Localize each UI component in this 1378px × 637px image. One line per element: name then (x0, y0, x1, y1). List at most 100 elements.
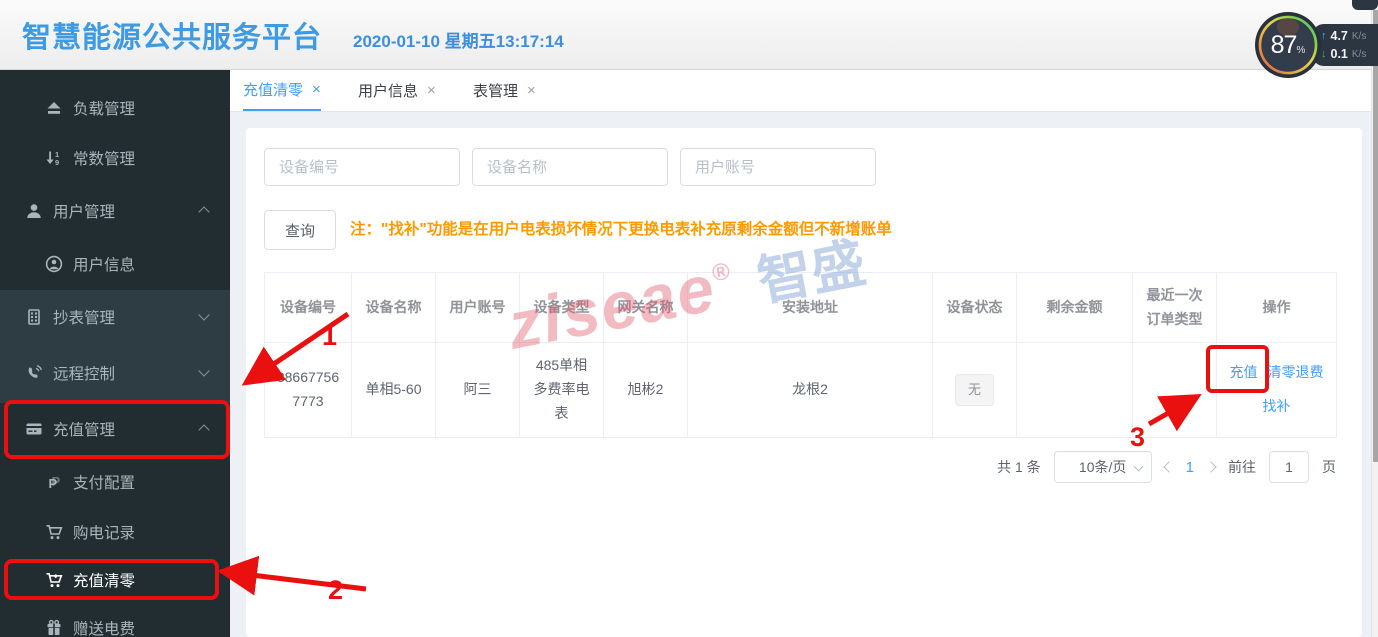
sidebar-item-payment-config[interactable]: PP 支付配置 (0, 457, 230, 507)
page-size-value: 10条/页 (1079, 459, 1126, 475)
chevron-up-icon (198, 424, 209, 435)
device-name-input[interactable] (472, 148, 668, 186)
upload-unit: K/s (1352, 31, 1366, 42)
sidebar-item-meter-reading[interactable]: 抄表管理 (0, 292, 230, 342)
current-page[interactable]: 1 (1186, 459, 1194, 476)
user-account-input[interactable] (680, 148, 876, 186)
sidebar-item-label: 远程控制 (53, 362, 115, 384)
cell-device-type: 485单相多费率电表 (520, 343, 604, 438)
cell-install-address: 龙根2 (688, 343, 933, 438)
table-row: 886677567773 单相5-60 阿三 485单相多费率电表 旭彬2 龙根… (265, 343, 1337, 438)
col-device-number: 设备编号 (265, 273, 352, 343)
reset-refund-link[interactable]: 清零退费 (1268, 361, 1324, 385)
sidebar-item-label: 购电记录 (73, 521, 135, 543)
sidebar-item-user-management[interactable]: 用户管理 (0, 186, 230, 236)
cell-user-account: 阿三 (436, 343, 520, 438)
user-circle-icon (45, 255, 63, 273)
tab-user-info[interactable]: 用户信息 × (358, 70, 436, 111)
sidebar-item-label: 抄表管理 (53, 306, 115, 328)
col-device-status: 设备状态 (933, 273, 1017, 343)
compensate-note: 注："找补"功能是在用户电表损坏情况下更换电表补充原剩余金额但不新增账单 (350, 210, 892, 250)
sidebar-item-label: 充值清零 (73, 569, 135, 591)
svg-text:P: P (49, 476, 58, 491)
col-install-address: 安装地址 (688, 273, 933, 343)
chevron-down-icon (198, 309, 209, 320)
close-icon[interactable]: × (427, 82, 436, 99)
chevron-down-icon (198, 365, 209, 376)
vertical-scrollbar[interactable] (1371, 0, 1378, 637)
tab-label: 表管理 (473, 80, 518, 101)
col-gateway-name: 网关名称 (604, 273, 688, 343)
download-unit: K/s (1352, 49, 1366, 60)
sidebar-nav: 负载管理 19 常数管理 用户管理 用户信息 抄表管理 (0, 70, 230, 637)
sidebar-item-label: 常数管理 (73, 147, 135, 169)
cell-gateway-name: 旭彬2 (604, 343, 688, 438)
pagination: 共 1 条 10条/页 1 前往 页 (997, 451, 1336, 483)
status-badge: 无 (955, 374, 994, 406)
col-device-name: 设备名称 (352, 273, 436, 343)
sidebar-item-remote-control[interactable]: 远程控制 (0, 348, 230, 398)
chevron-down-icon (1133, 462, 1143, 472)
compensate-link[interactable]: 找补 (1263, 395, 1291, 419)
credit-card-icon (25, 420, 43, 438)
cell-device-number: 886677567773 (265, 343, 352, 438)
sidebar-item-gift-electricity[interactable]: 赠送电费 (0, 603, 230, 637)
upload-speed: 4.7 (1331, 29, 1348, 43)
total-count: 共 1 条 (997, 457, 1041, 477)
tab-label: 用户信息 (358, 80, 418, 101)
cart-icon (45, 523, 63, 541)
sidebar-item-purchase-records[interactable]: 购电记录 (0, 507, 230, 557)
sort-numeric-icon: 19 (45, 149, 63, 167)
gauge-percent: 87 (1271, 31, 1297, 60)
cell-balance (1017, 343, 1133, 438)
sidebar-item-label: 支付配置 (73, 471, 135, 493)
scrollbar-thumb[interactable] (1373, 10, 1378, 462)
col-user-account: 用户账号 (436, 273, 520, 343)
sidebar-item-label: 用户管理 (53, 200, 115, 222)
cell-device-status: 无 (933, 343, 1017, 438)
query-button[interactable]: 查询 (264, 210, 336, 250)
page-unit-label: 页 (1322, 457, 1336, 477)
sidebar-item-label: 赠送电费 (73, 617, 135, 637)
col-balance: 剩余金额 (1017, 273, 1133, 343)
sidebar-item-user-info[interactable]: 用户信息 (0, 239, 230, 289)
col-device-type: 设备类型 (520, 273, 604, 343)
payment-icon: PP (45, 473, 63, 491)
next-page-icon[interactable] (1205, 461, 1216, 472)
cell-actions: 充值 清零退费 找补 (1217, 343, 1337, 438)
sidebar-item-recharge-reset[interactable]: 充值清零 (0, 555, 230, 605)
cell-device-name: 单相5-60 (352, 343, 436, 438)
memory-gauge-widget[interactable]: 87 % (1254, 11, 1322, 79)
device-number-input[interactable] (264, 148, 460, 186)
close-icon[interactable]: × (312, 81, 321, 98)
gauge-percent-sign: % (1296, 45, 1305, 56)
main-content: 查询 注："找补"功能是在用户电表损坏情况下更换电表补充原剩余金额但不新增账单 … (230, 112, 1371, 637)
page-size-select[interactable]: 10条/页 (1054, 451, 1152, 483)
sidebar-item-label: 充值管理 (53, 418, 115, 440)
header-datetime: 2020-01-10 星期五13:17:14 (353, 27, 564, 52)
corner-widget (1352, 0, 1378, 10)
application-window: 智慧能源公共服务平台 2020-01-10 星期五13:17:14 负载管理 1… (0, 0, 1378, 637)
chevron-up-icon (198, 206, 209, 217)
sidebar-item-label: 负载管理 (73, 97, 135, 119)
tab-recharge-reset[interactable]: 充值清零 × (243, 70, 321, 111)
tab-bar: 充值清零 × 用户信息 × 表管理 × (230, 70, 1371, 112)
goto-label: 前往 (1228, 457, 1256, 477)
devices-table: 设备编号 设备名称 用户账号 设备类型 网关名称 安装地址 设备状态 剩余金额 … (264, 272, 1337, 438)
goto-page-input[interactable] (1269, 451, 1309, 483)
sidebar-item-load-management[interactable]: 负载管理 (0, 83, 230, 133)
cart-clear-icon (45, 571, 63, 589)
recharge-link[interactable]: 充值 (1230, 361, 1258, 385)
close-icon[interactable]: × (527, 82, 536, 99)
user-icon (25, 202, 43, 220)
svg-text:9: 9 (55, 158, 59, 167)
sidebar-item-recharge-management[interactable]: 充值管理 (0, 404, 230, 454)
remote-control-icon (25, 364, 43, 382)
eject-icon (45, 99, 63, 117)
table-header-row: 设备编号 设备名称 用户账号 设备类型 网关名称 安装地址 设备状态 剩余金额 … (265, 273, 1337, 343)
sidebar-item-constant-management[interactable]: 19 常数管理 (0, 133, 230, 183)
tab-meter-management[interactable]: 表管理 × (473, 70, 536, 111)
sidebar-item-label: 用户信息 (73, 253, 135, 275)
content-card: 查询 注："找补"功能是在用户电表损坏情况下更换电表补充原剩余金额但不新增账单 … (246, 128, 1362, 637)
prev-page-icon[interactable] (1163, 461, 1174, 472)
